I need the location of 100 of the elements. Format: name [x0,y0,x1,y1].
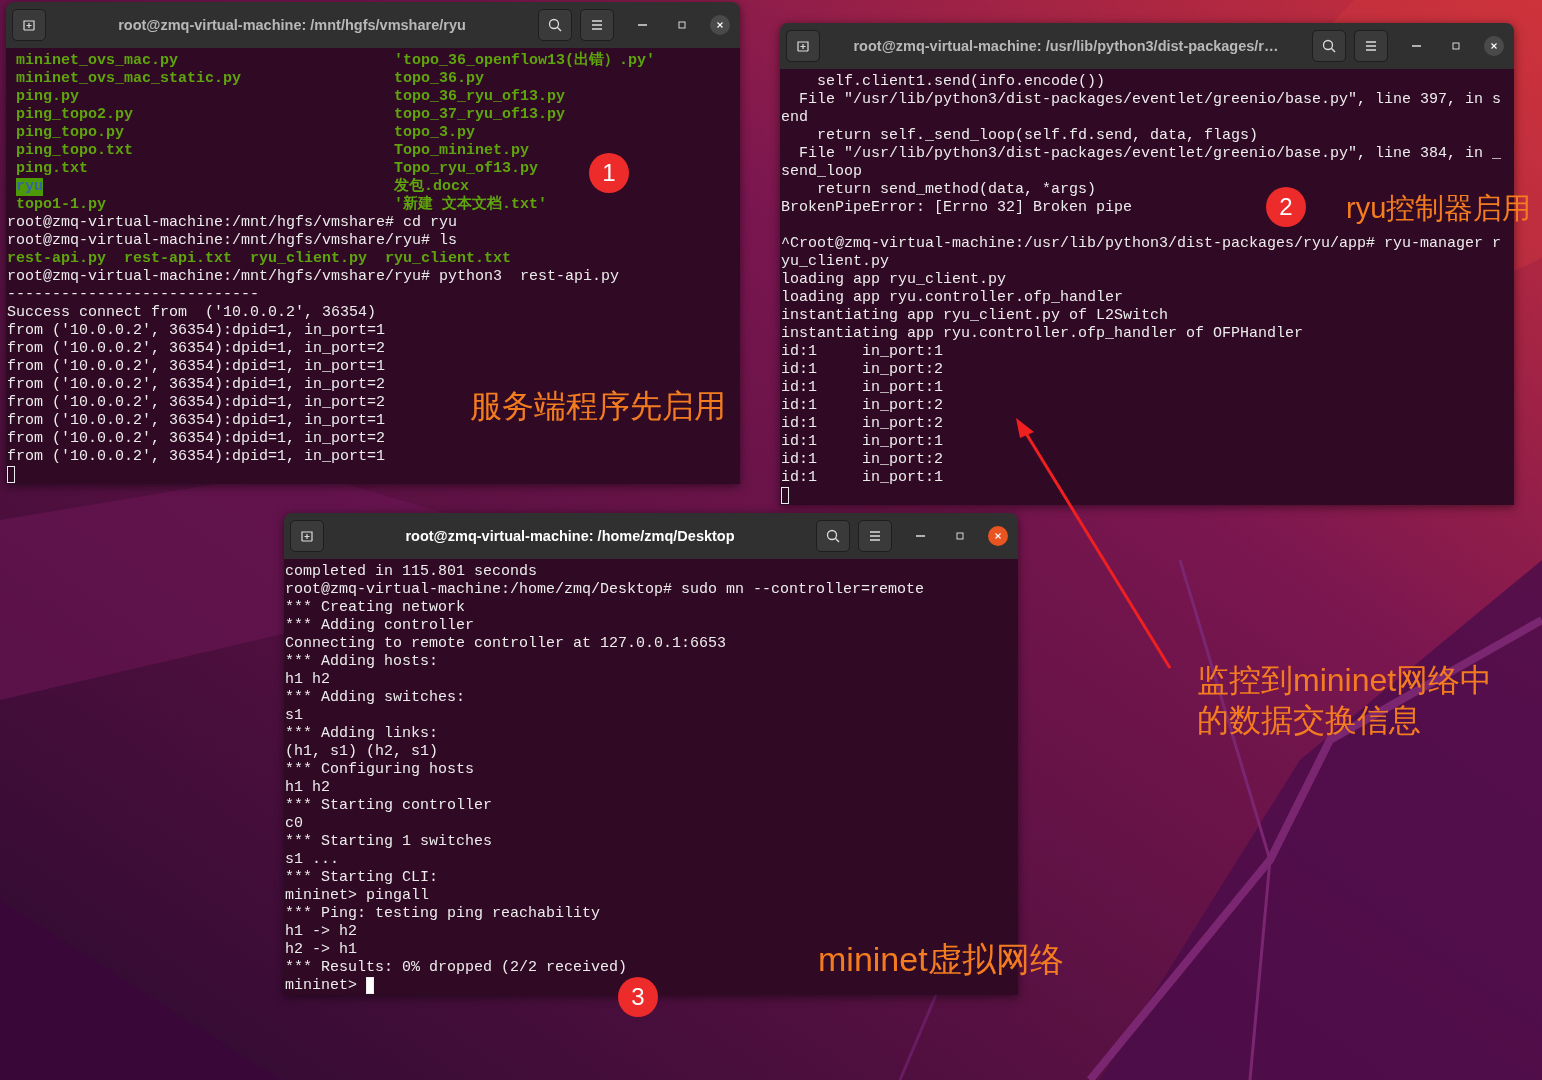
terminal-line: h2 -> h1 [285,941,357,958]
terminal-line: mininet> pingall [285,887,430,904]
terminal-line: id:1 in_port:1 [781,343,944,360]
terminal-line: id:1 in_port:1 [781,469,944,486]
search-icon [1321,38,1337,54]
terminal-line: *** Adding switches: [285,689,466,706]
menu-button[interactable] [858,520,892,552]
terminal-line: *** Adding controller [285,617,475,634]
terminal-line: File "/usr/lib/python3/dist-packages/eventlet/greenio/base.py", line 397, in s [798,91,1502,108]
terminal-line: *** Starting CLI: [285,869,439,886]
terminal-line: id:1 in_port:2 [781,361,944,378]
terminal-line: id:1 in_port:2 [781,415,944,432]
file-name: 发包.docx [394,178,469,195]
close-button[interactable] [710,15,730,35]
file-name: ping.py [16,88,79,106]
file-name: ping_topo.txt [16,142,134,160]
terminal-line: *** Starting controller [285,797,493,814]
close-icon [715,20,725,30]
new-tab-icon [299,528,315,544]
terminal-line: *** Configuring hosts [285,761,475,778]
search-icon [547,17,563,33]
terminal-line: ^Croot@zmq-virtual-machine:/usr/lib/python3/dist-packages/ryu/app# ryu-manager r [781,235,1502,252]
annotation-text: mininet虚拟网络 [818,939,1065,980]
menu-icon [1363,38,1379,54]
annotation-text: 服务端程序先启用 [470,387,727,426]
file-list: rest-api.py rest-api.txt ryu_client.py ryu_client.txt [7,250,512,267]
terminal-line: send_loop [781,163,862,180]
terminal-line: BrokenPipeError: [Errno 32] Broken pipe [781,199,1133,216]
window-title: root@zmq-virtual-machine: /home/zmq/Desktop [404,528,736,544]
terminal-line: id:1 in_port:2 [781,397,944,414]
terminal-line: h1 h2 [285,779,330,796]
file-name: topo_3.py [394,124,475,142]
terminal-line: id:1 in_port:2 [781,451,944,468]
file-name: ryu [16,178,43,196]
maximize-icon [1450,40,1462,52]
terminal-line: File "/usr/lib/python3/dist-packages/eventlet/greenio/base.py", line 384, in _ [798,145,1502,162]
menu-icon [867,528,883,544]
terminal-line: h1 h2 [285,671,330,688]
terminal-line: self.client1.send(info.encode()) [816,73,1106,90]
terminal-line: instantiating app ryu_client.py of L2Switch [781,307,1169,324]
terminal-line: from ('10.0.0.2', 36354):dpid=1, in_port=1 [7,358,386,375]
terminal-line: ---------------------------- [7,286,260,303]
file-name: topo1-1.py [16,196,106,214]
file-name: '新建 文本文档.txt' [394,196,547,214]
new-tab-icon [795,38,811,54]
terminal-line: from ('10.0.0.2', 36354):dpid=1, in_port=2 [7,340,386,357]
new-tab-button[interactable] [786,30,820,62]
maximize-icon [676,19,688,31]
search-button[interactable] [538,9,572,41]
terminal-line: *** Adding links: [285,725,439,742]
terminal-line: *** Starting 1 switches [285,833,493,850]
file-name: topo_36.py [394,70,484,88]
terminal-line: Success connect from ('10.0.0.2', 36354) [7,304,377,321]
terminal-line: s1 [285,707,303,724]
terminal-line: Connecting to remote controller at 127.0.0.1:6653 [285,635,727,652]
new-tab-button[interactable] [290,520,324,552]
maximize-icon [954,530,966,542]
menu-icon [589,17,605,33]
close-icon [1489,41,1499,51]
cursor [781,487,789,504]
file-name: ping_topo.py [16,124,125,142]
file-name: Topo_mininet.py [394,142,530,160]
file-name: 'topo_36_openflow13(出错）.py' [394,52,656,70]
terminal-line: *** Creating network [285,599,466,616]
close-button[interactable] [988,526,1008,546]
new-tab-button[interactable] [12,9,46,41]
terminal-line: from ('10.0.0.2', 36354):dpid=1, in_port=2 [7,430,386,447]
file-name: mininet_ovs_mac_static.py [16,70,242,88]
terminal-line: loading app ryu_client.py [781,271,1007,288]
file-name: topo_36_ryu_of13.py [394,88,566,106]
terminal-line: yu_client.py [781,253,890,270]
new-tab-icon [21,17,37,33]
cursor [7,466,15,483]
terminal-line: root@zmq-virtual-machine:/mnt/hgfs/vmshare# cd ryu [7,214,458,231]
terminal-line: mininet> [285,977,357,994]
search-button[interactable] [1312,30,1346,62]
terminal-line: *** Adding hosts: [285,653,439,670]
terminal-line: root@zmq-virtual-machine:/home/zmq/Desktop# sudo mn --controller=remote [285,581,925,598]
terminal-line: from ('10.0.0.2', 36354):dpid=1, in_port=1 [7,412,386,429]
terminal-line: return self._send_loop(self.fd.send, data, flags) [816,127,1259,144]
search-button[interactable] [816,520,850,552]
search-icon [825,528,841,544]
terminal-line: c0 [285,815,303,832]
terminal-line: id:1 in_port:1 [781,379,944,396]
terminal-line: *** Results: 0% dropped (2/2 received) [285,959,628,976]
file-name: Topo_ryu_of13.py [394,160,539,177]
terminal-line: instantiating app ryu.controller.ofp_handler of OFPHandler [781,325,1304,342]
window-title: root@zmq-virtual-machine: /usr/lib/python3/dist-packages/r… [852,38,1280,54]
terminal-line: root@zmq-virtual-machine:/mnt/hgfs/vmshare/ryu# ls [7,232,458,249]
terminal-line: root@zmq-virtual-machine:/mnt/hgfs/vmshare/ryu# python3 rest-api.py [7,268,620,285]
terminal-line: from ('10.0.0.2', 36354):dpid=1, in_port=1 [7,448,386,465]
terminal-line: (h1, s1) (h2, s1) [285,743,439,760]
close-button[interactable] [1484,36,1504,56]
minimize-icon [1411,45,1421,47]
annotation-text: 监控到mininet网络中的数据交换信息 [1197,661,1494,740]
terminal-line: from ('10.0.0.2', 36354):dpid=1, in_port=1 [7,322,386,339]
window-title: root@zmq-virtual-machine: /mnt/hgfs/vmshare/ryu [117,17,467,33]
menu-button[interactable] [580,9,614,41]
menu-button[interactable] [1354,30,1388,62]
terminal-line: end [781,109,808,126]
